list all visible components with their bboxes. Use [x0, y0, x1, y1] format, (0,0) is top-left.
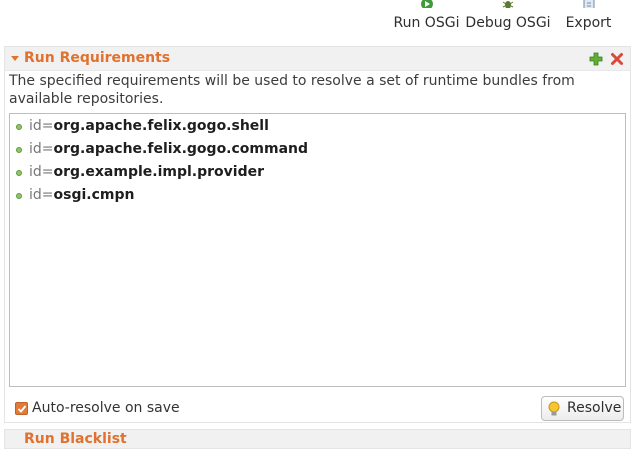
run-osgi-label: Run OSGi [393, 15, 460, 31]
list-item[interactable]: id=org.example.impl.provider [10, 163, 625, 185]
run-blacklist-header[interactable]: Run Blacklist [4, 429, 631, 449]
section-title: Run Blacklist [24, 431, 127, 447]
list-item[interactable]: id=org.apache.felix.gogo.shell [10, 117, 625, 139]
run-icon [420, 0, 434, 8]
item-prefix: id= [29, 164, 54, 180]
item-value: osgi.cmpn [53, 187, 135, 203]
bullet-icon [16, 147, 22, 153]
bullet-icon [16, 124, 22, 130]
export-icon [582, 0, 596, 8]
auto-resolve-checkbox[interactable] [15, 402, 28, 415]
item-prefix: id= [29, 141, 54, 157]
item-value: org.apache.felix.gogo.command [53, 141, 309, 157]
list-item[interactable]: id=org.apache.felix.gogo.command [10, 140, 625, 162]
auto-resolve-label[interactable]: Auto-resolve on save [32, 400, 180, 416]
list-item[interactable]: id=osgi.cmpn [10, 186, 625, 208]
export-button[interactable]: Export [561, 0, 616, 36]
debug-osgi-button[interactable]: Debug OSGi [465, 0, 551, 36]
lightbulb-icon [548, 401, 560, 417]
plus-icon[interactable] [589, 52, 603, 66]
collapse-chevron-icon[interactable] [11, 56, 19, 61]
section-title: Run Requirements [24, 50, 171, 66]
export-label: Export [565, 15, 612, 31]
item-value: org.example.impl.provider [53, 164, 264, 180]
editor-toolbar: Run OSGi Debug OSGi Export [0, 0, 635, 38]
red-x-icon[interactable] [610, 52, 624, 66]
section-description: The specified requirements will be used … [9, 73, 575, 107]
resolve-label: Resolve [567, 400, 622, 416]
debug-osgi-label: Debug OSGi [465, 15, 551, 31]
run-requirements-header[interactable]: Run Requirements [5, 47, 630, 71]
item-prefix: id= [29, 118, 54, 134]
item-value: org.apache.felix.gogo.shell [53, 118, 269, 134]
resolve-button[interactable]: Resolve [541, 396, 624, 421]
requirements-list[interactable]: id=org.apache.felix.gogo.shell id=org.ap… [9, 113, 626, 387]
item-prefix: id= [29, 187, 54, 203]
bullet-icon [16, 170, 22, 176]
run-osgi-button[interactable]: Run OSGi [393, 0, 460, 36]
run-requirements-section: Run Requirements The specified requireme… [4, 46, 631, 423]
debug-bug-icon [501, 0, 515, 8]
bullet-icon [16, 193, 22, 199]
